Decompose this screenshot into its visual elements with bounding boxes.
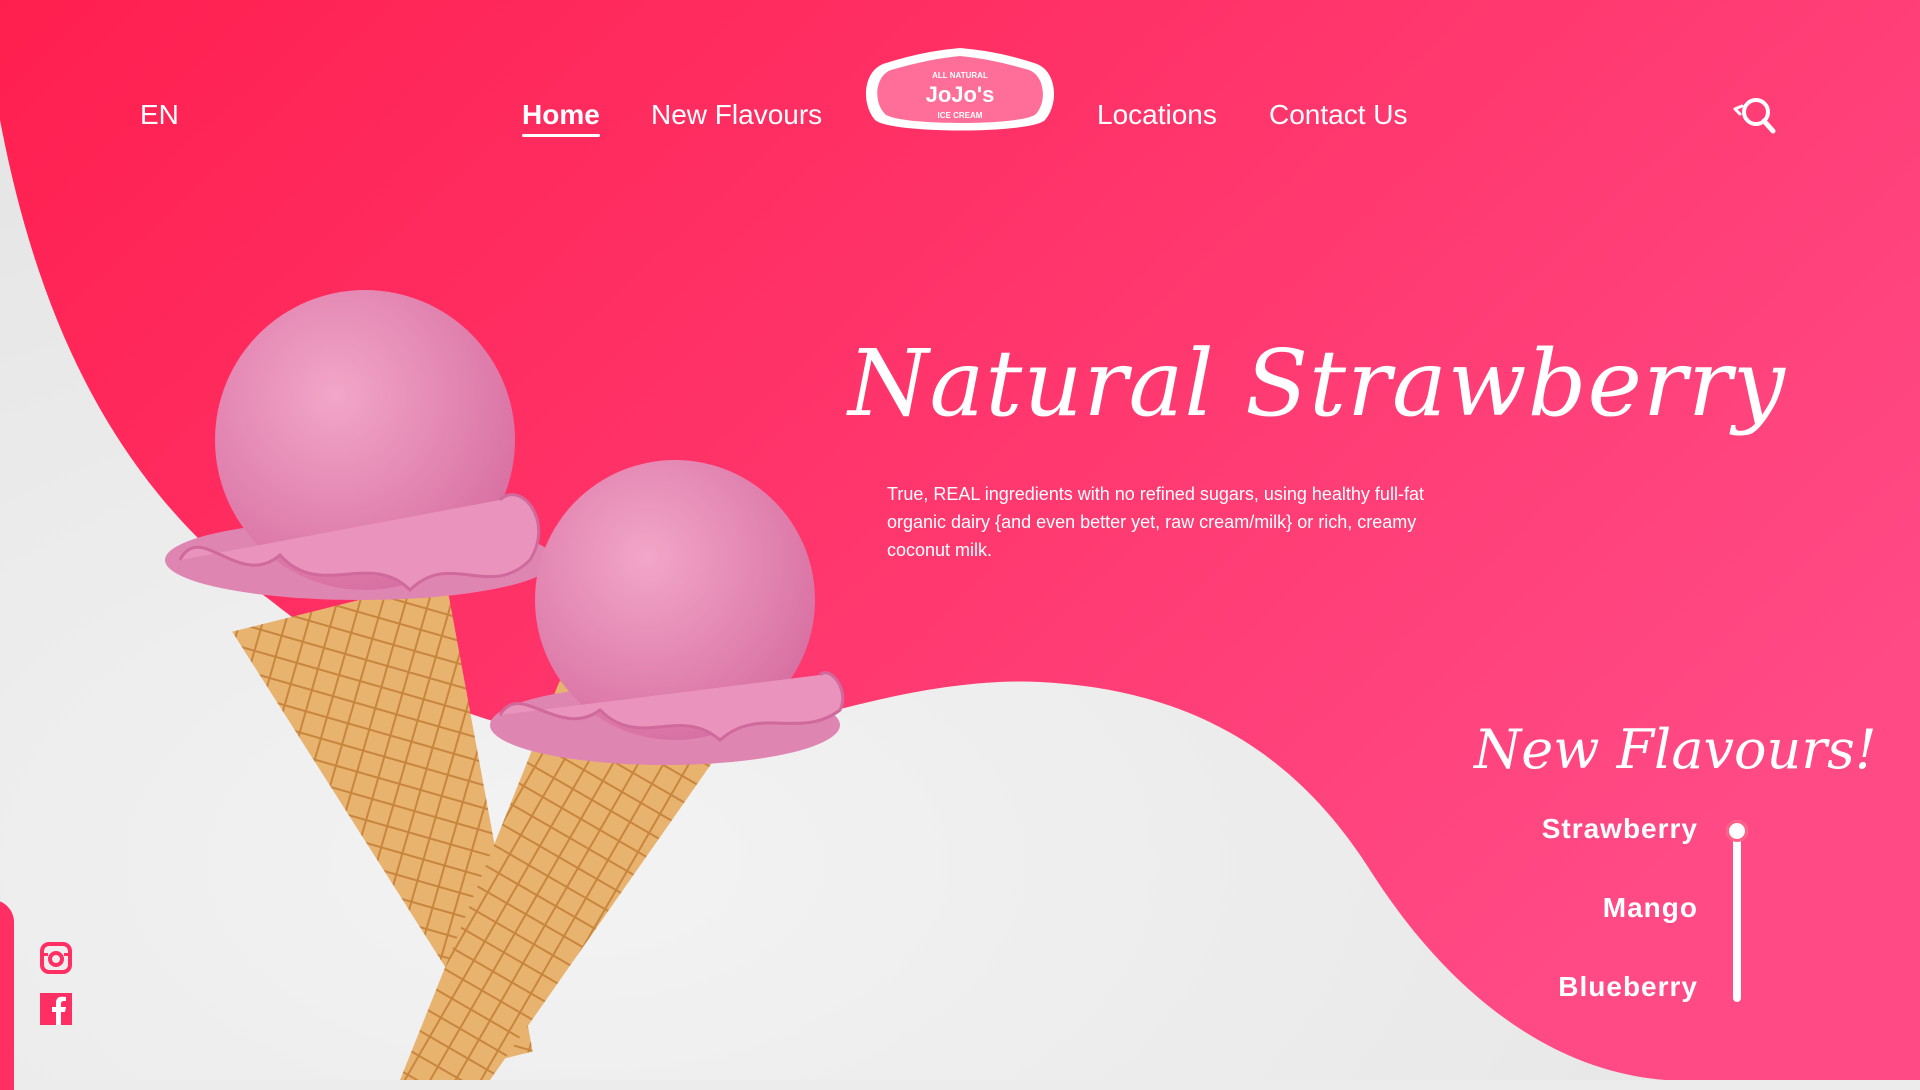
hero-description: True, REAL ingredients with no refined s… <box>887 484 1424 560</box>
new-flavours-title: New Flavours! <box>1474 718 1877 781</box>
flavour-mango[interactable]: Mango <box>1603 892 1698 924</box>
facebook-icon[interactable] <box>40 993 72 1025</box>
flavour-strawberry[interactable]: Strawberry <box>1542 813 1698 845</box>
social-tab <box>0 900 14 1090</box>
ice-cream-cones-image <box>165 290 845 1080</box>
hero-title: Natural Strawberry <box>848 330 1786 437</box>
search-icon[interactable] <box>1732 94 1776 138</box>
instagram-icon[interactable] <box>40 942 72 974</box>
logo-main-text: JoJo's <box>926 82 995 107</box>
logo-top-text: ALL NATURAL <box>932 71 988 80</box>
logo-bottom-text: ICE CREAM <box>938 111 983 120</box>
flavour-slider-track[interactable] <box>1726 820 1748 1002</box>
nav-locations[interactable]: Locations <box>1097 99 1217 131</box>
nav-contact-us[interactable]: Contact Us <box>1269 99 1408 131</box>
flavour-blueberry[interactable]: Blueberry <box>1558 971 1698 1003</box>
nav-home[interactable]: Home <box>522 99 600 137</box>
flavour-slider-knob[interactable] <box>1726 820 1748 842</box>
brand-logo[interactable]: ALL NATURAL JoJo's ICE CREAM <box>861 44 1059 136</box>
nav-new-flavours[interactable]: New Flavours <box>651 99 822 131</box>
language-selector[interactable]: EN <box>140 99 179 131</box>
